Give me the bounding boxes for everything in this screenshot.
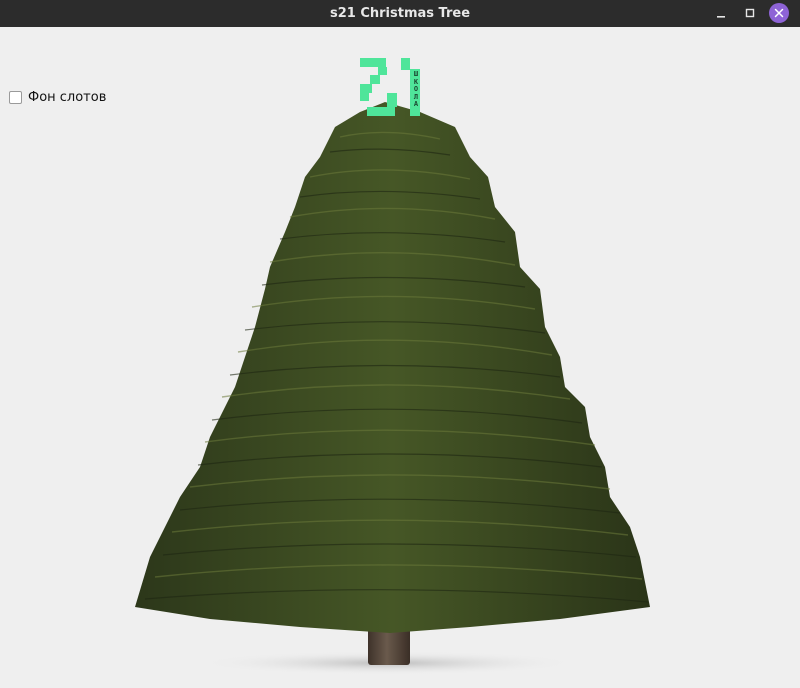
slot-background-option[interactable]: Фон слотов [9,89,106,105]
christmas-tree-scene [135,58,650,675]
window-title: s21 Christmas Tree [329,6,471,21]
close-icon [774,8,784,18]
logo-side-text: ШКОЛА [412,70,420,109]
maximize-icon [745,8,755,18]
slot-background-checkbox[interactable] [9,90,22,104]
main-content: ШКОЛА Фон слотов [0,27,800,688]
title-bar[interactable]: s21 Christmas Tree [0,0,800,27]
tree-foliage [135,102,650,633]
minimize-button[interactable] [711,3,731,23]
slot-background-label: Фон слотов [28,89,107,105]
minimize-icon [717,16,725,18]
close-button[interactable] [769,3,789,23]
app-window: s21 Christmas Tree Ш К О Л А Фон слотов [0,0,800,688]
s21-logo [360,58,420,116]
maximize-button[interactable] [740,3,760,23]
logo-side-letter: А [413,100,419,109]
